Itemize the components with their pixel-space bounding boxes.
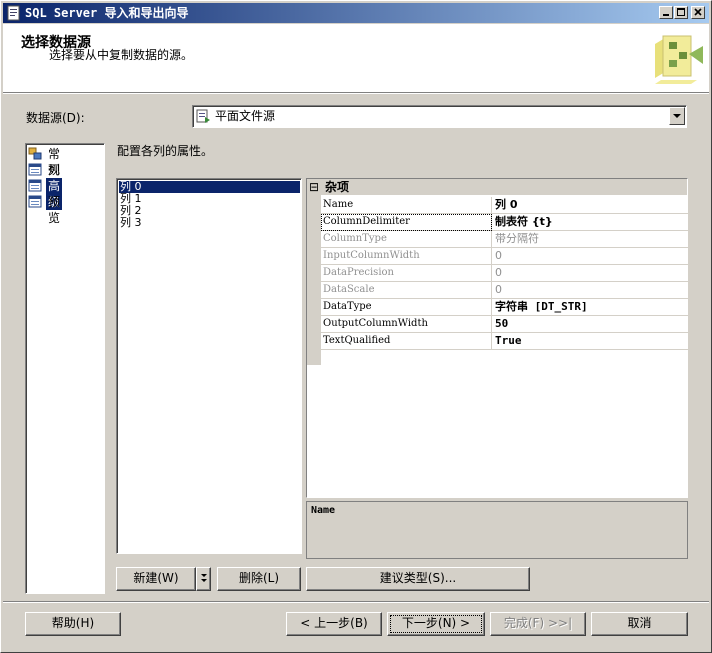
category-header[interactable]: ⊟ 杂项 <box>307 179 687 195</box>
title-bar[interactable]: SQL Server 导入和导出向导 <box>3 3 709 23</box>
delete-column-button[interactable]: 删除(L) <box>217 567 301 591</box>
property-row[interactable]: TextQualified True <box>321 333 690 350</box>
property-name: DataType <box>321 299 492 316</box>
property-value[interactable]: 字符串 [DT_STR] <box>492 299 690 316</box>
instruction-text: 配置各列的属性。 <box>117 144 214 158</box>
back-button[interactable]: < 上一步(B) <box>286 612 382 636</box>
property-row[interactable]: ColumnType 带分隔符 <box>321 231 690 248</box>
close-icon <box>694 8 702 16</box>
property-name: ColumnDelimiter <box>321 214 492 231</box>
list-item[interactable]: 列 1 <box>119 193 300 205</box>
wizard-logo-icon <box>655 35 703 84</box>
property-name: OutputColumnWidth <box>321 316 492 333</box>
minimize-icon <box>663 14 669 16</box>
list-item[interactable]: 列 3 <box>119 217 300 229</box>
grid-gutter <box>307 195 321 365</box>
property-name: InputColumnWidth <box>321 248 492 265</box>
nav-item-label: 预览 <box>48 195 61 225</box>
columns-icon <box>28 163 42 176</box>
property-row[interactable]: DataPrecision 0 <box>321 265 690 282</box>
nav-item-label: 列 <box>48 163 61 177</box>
datasource-dropdown-button[interactable] <box>669 107 685 125</box>
property-row[interactable]: DataScale 0 <box>321 282 690 299</box>
property-grid[interactable]: ⊟ 杂项 Name 列 0 ColumnDelimiter 制表符 {t} Co… <box>306 178 690 498</box>
app-icon <box>7 5 20 21</box>
list-item[interactable]: 列 2 <box>119 205 300 217</box>
property-grid-body: ⊟ 杂项 Name 列 0 ColumnDelimiter 制表符 {t} Co… <box>307 179 690 497</box>
help-button[interactable]: 帮助(H) <box>25 612 121 636</box>
collapse-icon[interactable]: ⊟ <box>309 179 319 195</box>
datasource-value: 平面文件源 <box>215 109 276 123</box>
wizard-window: SQL Server 导入和导出向导 选择数据源 选择要从中复制数据的源。 数据… <box>0 0 712 653</box>
property-value[interactable]: 0 <box>492 248 690 265</box>
flat-file-icon <box>196 109 210 123</box>
description-panel: Name <box>306 501 688 559</box>
property-value[interactable]: 0 <box>492 282 690 299</box>
property-row[interactable]: ColumnDelimiter 制表符 {t} <box>321 214 690 231</box>
chevron-down-icon <box>673 114 681 118</box>
finish-button[interactable]: 完成(F) >>| <box>490 612 586 636</box>
property-name: DataScale <box>321 282 492 299</box>
maximize-icon <box>677 8 685 16</box>
column-list[interactable]: 列 0 列 1 列 2 列 3 <box>116 178 302 554</box>
split-arrow-icon <box>200 574 207 582</box>
property-value[interactable]: 制表符 {t} <box>492 214 690 231</box>
header-banner: 选择数据源 选择要从中复制数据的源。 <box>3 24 709 92</box>
datasource-label: 数据源(D): <box>26 111 85 125</box>
window-title: SQL Server 导入和导出向导 <box>25 6 189 20</box>
property-row[interactable]: InputColumnWidth 0 <box>321 248 690 265</box>
maximize-button[interactable] <box>674 6 688 19</box>
property-value[interactable]: True <box>492 333 690 350</box>
next-button[interactable]: 下一步(N) > <box>387 612 485 636</box>
property-row[interactable]: DataType 字符串 [DT_STR] <box>321 299 690 316</box>
category-label: 杂项 <box>325 180 350 194</box>
property-row[interactable]: OutputColumnWidth 50 <box>321 316 690 333</box>
property-value[interactable]: 50 <box>492 316 690 333</box>
property-name: ColumnType <box>321 231 492 248</box>
suggest-types-button[interactable]: 建议类型(S)... <box>306 567 530 591</box>
property-value[interactable]: 0 <box>492 265 690 282</box>
general-icon <box>28 147 42 160</box>
property-name: Name <box>321 197 492 214</box>
datasource-select[interactable]: 平面文件源 <box>192 105 687 128</box>
list-item[interactable]: 列 0 <box>119 181 300 193</box>
description-title: Name <box>311 505 336 516</box>
minimize-button[interactable] <box>659 6 673 19</box>
preview-icon <box>28 195 42 208</box>
property-row[interactable]: Name 列 0 <box>321 197 690 214</box>
property-value[interactable]: 列 0 <box>492 197 690 214</box>
property-name: DataPrecision <box>321 265 492 282</box>
property-name: TextQualified <box>321 333 492 350</box>
page-subtitle: 选择要从中复制数据的源。 <box>49 48 194 62</box>
close-button[interactable] <box>691 6 705 19</box>
advanced-icon <box>28 179 42 192</box>
new-column-dropdown-button[interactable] <box>196 567 211 591</box>
header-divider-highlight <box>3 93 709 94</box>
new-column-button[interactable]: 新建(W) <box>116 567 196 591</box>
property-value[interactable]: 带分隔符 <box>492 231 690 248</box>
cancel-button[interactable]: 取消 <box>591 612 688 636</box>
nav-list: 常规 列 高级 预览 <box>25 143 105 594</box>
footer-divider-highlight <box>3 602 709 603</box>
